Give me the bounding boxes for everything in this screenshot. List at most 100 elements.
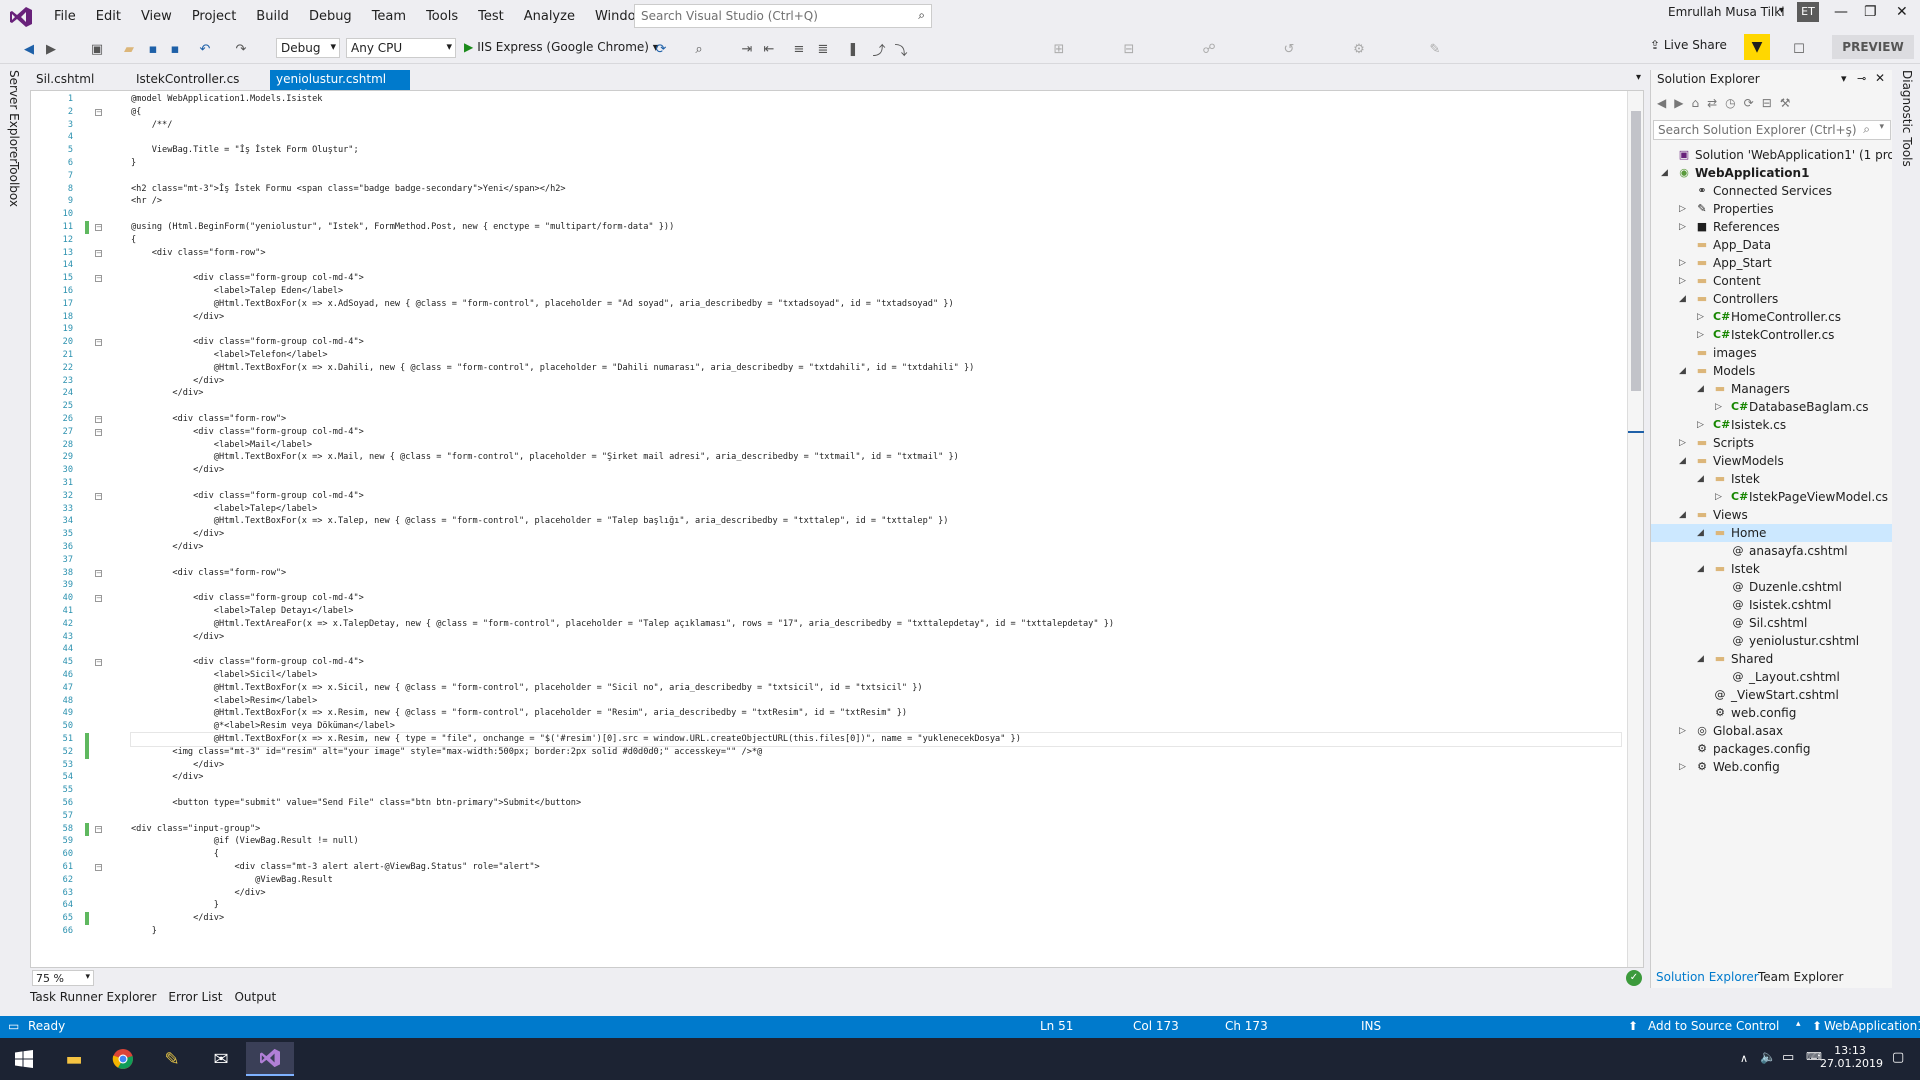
menu-build[interactable]: Build bbox=[246, 9, 299, 24]
tree-item[interactable]: ◢ ▬ ViewModels bbox=[1651, 452, 1893, 470]
tree-item[interactable]: ▷ C# IstekPageViewModel.cs bbox=[1651, 488, 1893, 506]
tree-item[interactable]: ◢ ▬ Shared bbox=[1651, 650, 1893, 668]
code-line[interactable]: <div class="form-row"> bbox=[131, 413, 286, 426]
code-line[interactable]: <div class="mt-3 alert alert-@ViewBag.St… bbox=[131, 861, 539, 874]
debug-tool-icon[interactable]: ✎ bbox=[1426, 40, 1444, 58]
find-icon[interactable]: ⌕ bbox=[690, 40, 708, 58]
menu-file[interactable]: File bbox=[44, 9, 86, 24]
redo-icon[interactable]: ↷ bbox=[232, 40, 250, 58]
diagnostic-tools-tab[interactable]: Diagnostic Tools bbox=[1900, 70, 1914, 167]
code-line[interactable]: </div> bbox=[131, 541, 203, 554]
open-file-icon[interactable]: ▰ bbox=[120, 40, 138, 58]
refresh-icon[interactable]: ⟳ bbox=[1744, 96, 1762, 110]
volume-icon[interactable]: 🔈 bbox=[1760, 1050, 1776, 1065]
expand-arrow-icon[interactable]: ▷ bbox=[1679, 200, 1686, 218]
tree-item[interactable]: @ _ViewStart.cshtml bbox=[1651, 686, 1893, 704]
fold-toggle-icon[interactable]: − bbox=[95, 492, 102, 500]
toolbox-tab[interactable]: Toolbox bbox=[7, 162, 21, 207]
collapse-arrow-icon[interactable]: ◢ bbox=[1679, 506, 1686, 524]
pin-icon[interactable]: ⊸ bbox=[1857, 72, 1866, 85]
search-vs-input[interactable]: Search Visual Studio (Ctrl+Q) ⌕ bbox=[634, 4, 932, 28]
preview-badge[interactable]: PREVIEW bbox=[1832, 35, 1914, 59]
collapse-arrow-icon[interactable]: ◢ bbox=[1697, 380, 1704, 398]
code-line[interactable]: @{ bbox=[131, 106, 141, 119]
code-line[interactable]: <div class="form-group col-md-4"> bbox=[131, 426, 364, 439]
tab-task-runner-explorer[interactable]: Task Runner Explorer bbox=[30, 990, 156, 1004]
code-line[interactable]: <div class="form-group col-md-4"> bbox=[131, 656, 364, 669]
menu-team[interactable]: Team bbox=[362, 9, 416, 24]
source-control-dropdown-icon[interactable]: ▴ bbox=[1796, 1019, 1801, 1029]
restore-icon[interactable]: ❐ bbox=[1864, 4, 1877, 20]
bookmark-next-icon[interactable]: ⤵ bbox=[892, 40, 910, 59]
tree-item[interactable]: @ Isistek.cshtml bbox=[1651, 596, 1893, 614]
code-line[interactable]: ViewBag.Title = "İş İstek Form Oluştur"; bbox=[131, 144, 359, 157]
fold-toggle-icon[interactable]: − bbox=[95, 569, 102, 577]
windows-start-icon[interactable] bbox=[0, 1042, 48, 1076]
menu-project[interactable]: Project bbox=[182, 9, 246, 24]
status-project[interactable]: WebApplication1 bbox=[1824, 1019, 1920, 1033]
code-line[interactable]: <div class="form-group col-md-4"> bbox=[131, 272, 364, 285]
feedback-filter-icon[interactable]: ▼ bbox=[1744, 34, 1770, 60]
code-line[interactable]: @Html.TextBoxFor(x => x.AdSoyad, new { @… bbox=[131, 298, 954, 311]
collapse-arrow-icon[interactable]: ◢ bbox=[1697, 470, 1704, 488]
tree-item[interactable]: ◢ ▬ Istek bbox=[1651, 470, 1893, 488]
code-line[interactable]: </div> bbox=[131, 528, 224, 541]
code-line[interactable]: </div> bbox=[131, 912, 224, 925]
tree-item[interactable]: @ anasayfa.cshtml bbox=[1651, 542, 1893, 560]
editor-vertical-scrollbar[interactable] bbox=[1627, 91, 1644, 967]
code-line[interactable]: } bbox=[131, 925, 157, 938]
tab-error-list[interactable]: Error List bbox=[168, 990, 222, 1004]
close-icon[interactable]: ✕ bbox=[1896, 4, 1908, 20]
tree-item[interactable]: ▷ C# HomeController.cs bbox=[1651, 308, 1893, 326]
expand-arrow-icon[interactable]: ▷ bbox=[1715, 398, 1722, 416]
code-line[interactable]: <div class="form-group col-md-4"> bbox=[131, 592, 364, 605]
solution-search-input[interactable]: Search Solution Explorer (Ctrl+ş) ⌕ ▾ bbox=[1653, 120, 1891, 140]
refresh-icon[interactable]: ⟳ bbox=[652, 40, 670, 58]
comment-icon[interactable]: ≡ bbox=[790, 40, 808, 58]
tree-item[interactable]: @ _Layout.cshtml bbox=[1651, 668, 1893, 686]
expand-arrow-icon[interactable]: ▷ bbox=[1679, 758, 1686, 776]
network-icon[interactable]: ▭ bbox=[1782, 1050, 1794, 1065]
panel-dropdown-icon[interactable]: ▾ bbox=[1841, 72, 1847, 85]
notepad-icon[interactable]: ✎ bbox=[148, 1042, 196, 1076]
uncomment-icon[interactable]: ≣ bbox=[814, 40, 832, 58]
tab-sil-cshtml[interactable]: Sil.cshtml bbox=[30, 70, 100, 90]
live-share-button[interactable]: ⇪ Live Share bbox=[1650, 38, 1727, 52]
code-line[interactable]: <img class="mt-3" id="resim" alt="your i… bbox=[131, 746, 762, 759]
code-line[interactable]: { bbox=[131, 234, 136, 247]
code-line[interactable]: <hr /> bbox=[131, 195, 162, 208]
expand-arrow-icon[interactable]: ▷ bbox=[1679, 218, 1686, 236]
collapse-arrow-icon[interactable]: ◢ bbox=[1679, 290, 1686, 308]
tab-team-explorer[interactable]: Team Explorer bbox=[1758, 970, 1844, 984]
collapse-all-icon[interactable]: ⊟ bbox=[1762, 96, 1780, 110]
tree-item[interactable]: ◢ ▬ Istek bbox=[1651, 560, 1893, 578]
user-name[interactable]: Emrullah Musa Tilki bbox=[1668, 5, 1785, 19]
history-icon[interactable]: ◷ bbox=[1725, 96, 1743, 110]
search-icon[interactable]: ⌕ bbox=[1863, 122, 1870, 137]
menu-view[interactable]: View bbox=[131, 9, 182, 24]
properties-icon[interactable]: ⚒ bbox=[1780, 96, 1799, 110]
code-line[interactable]: } bbox=[131, 157, 136, 170]
back-icon[interactable]: ◀ bbox=[1657, 96, 1674, 110]
code-line[interactable]: @Html.TextBoxFor(x => x.Talep, new { @cl… bbox=[131, 515, 949, 528]
code-line[interactable]: </div> bbox=[131, 387, 203, 400]
code-line[interactable]: @Html.TextAreaFor(x => x.TalepDetay, new… bbox=[131, 618, 1114, 631]
zoom-select[interactable]: 75 % ▾ bbox=[32, 970, 94, 986]
code-line[interactable]: </div> bbox=[131, 311, 224, 324]
save-all-icon[interactable]: ▪ bbox=[166, 40, 184, 58]
fold-toggle-icon[interactable]: − bbox=[95, 428, 102, 436]
code-line[interactable]: </div> bbox=[131, 771, 203, 784]
fold-toggle-icon[interactable]: − bbox=[95, 659, 102, 667]
tree-item[interactable]: ◢ ▬ Views bbox=[1651, 506, 1893, 524]
collapse-arrow-icon[interactable]: ◢ bbox=[1679, 452, 1686, 470]
tab-list-dropdown-icon[interactable]: ▾ bbox=[1630, 70, 1647, 90]
tab-istekcontroller[interactable]: IstekController.cs bbox=[130, 70, 245, 90]
code-line[interactable]: @model WebApplication1.Models.Isistek bbox=[131, 93, 322, 106]
tree-item[interactable]: ⚙ packages.config bbox=[1651, 740, 1893, 758]
tree-item[interactable]: ◢ ▬ Home bbox=[1651, 524, 1893, 542]
debug-tool-icon[interactable]: ⊞ bbox=[1050, 40, 1068, 58]
code-line[interactable]: <label>Resim</label> bbox=[131, 695, 317, 708]
notifications-icon[interactable]: ▢ bbox=[1892, 1050, 1904, 1065]
tree-item[interactable]: @ Sil.cshtml bbox=[1651, 614, 1893, 632]
code-line[interactable]: @using (Html.BeginForm("yeniolustur", "I… bbox=[131, 221, 674, 234]
